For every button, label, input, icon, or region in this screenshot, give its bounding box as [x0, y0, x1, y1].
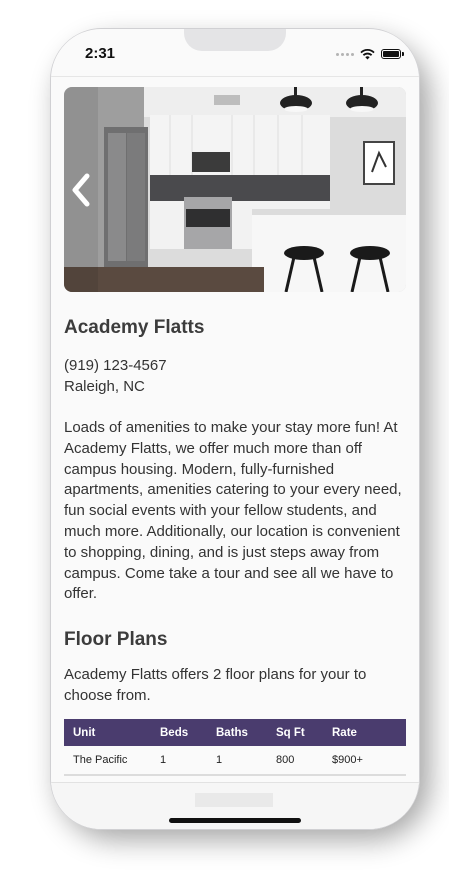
- cell-beds: 1: [160, 754, 167, 766]
- property-location: Raleigh, NC: [64, 378, 145, 395]
- nav-divider: [51, 76, 419, 77]
- table-header: Unit Beds Baths Sq Ft Rate: [64, 719, 406, 746]
- device-notch: [184, 29, 286, 51]
- property-details: Academy Flatts (919) 123-4567 Raleigh, N…: [64, 317, 409, 706]
- wifi-icon: [360, 48, 375, 59]
- cell-unit: The Pacific: [73, 754, 128, 766]
- table-row[interactable]: The Pacific 1 1 800 $900+: [64, 746, 406, 776]
- home-indicator[interactable]: [169, 818, 301, 823]
- status-time: 2:31: [85, 45, 116, 62]
- cell-rate: $900+: [332, 754, 363, 766]
- column-header-sqft: Sq Ft: [276, 726, 305, 739]
- signal-icon: [336, 52, 354, 56]
- chevron-left-icon: [72, 173, 90, 206]
- kitchen-photo: [64, 87, 406, 292]
- status-icons: [336, 47, 404, 61]
- floor-plans-table: Unit Beds Baths Sq Ft Rate The Pacific 1…: [64, 719, 406, 776]
- floor-plans-intro: Academy Flatts offers 2 floor plans for …: [64, 666, 367, 705]
- app-screen: 2:31 Academy Flatts (919) 123-4567 Ralei…: [51, 29, 419, 829]
- property-phone[interactable]: (919) 123-4567: [64, 355, 409, 376]
- toolbar-placeholder: [195, 793, 273, 807]
- property-description: Loads of amenities to make your stay mor…: [64, 419, 402, 603]
- carousel-prev-button[interactable]: [64, 87, 98, 292]
- photo-carousel[interactable]: [64, 87, 406, 292]
- floor-plans-heading: Floor Plans: [64, 629, 168, 651]
- column-header-beds: Beds: [160, 726, 189, 739]
- cell-sqft: 800: [276, 754, 295, 766]
- battery-icon: [381, 49, 404, 59]
- column-header-unit: Unit: [73, 726, 96, 739]
- column-header-rate: Rate: [332, 726, 357, 739]
- cell-baths: 1: [216, 754, 223, 766]
- column-header-baths: Baths: [216, 726, 248, 739]
- property-name: Academy Flatts: [64, 317, 205, 338]
